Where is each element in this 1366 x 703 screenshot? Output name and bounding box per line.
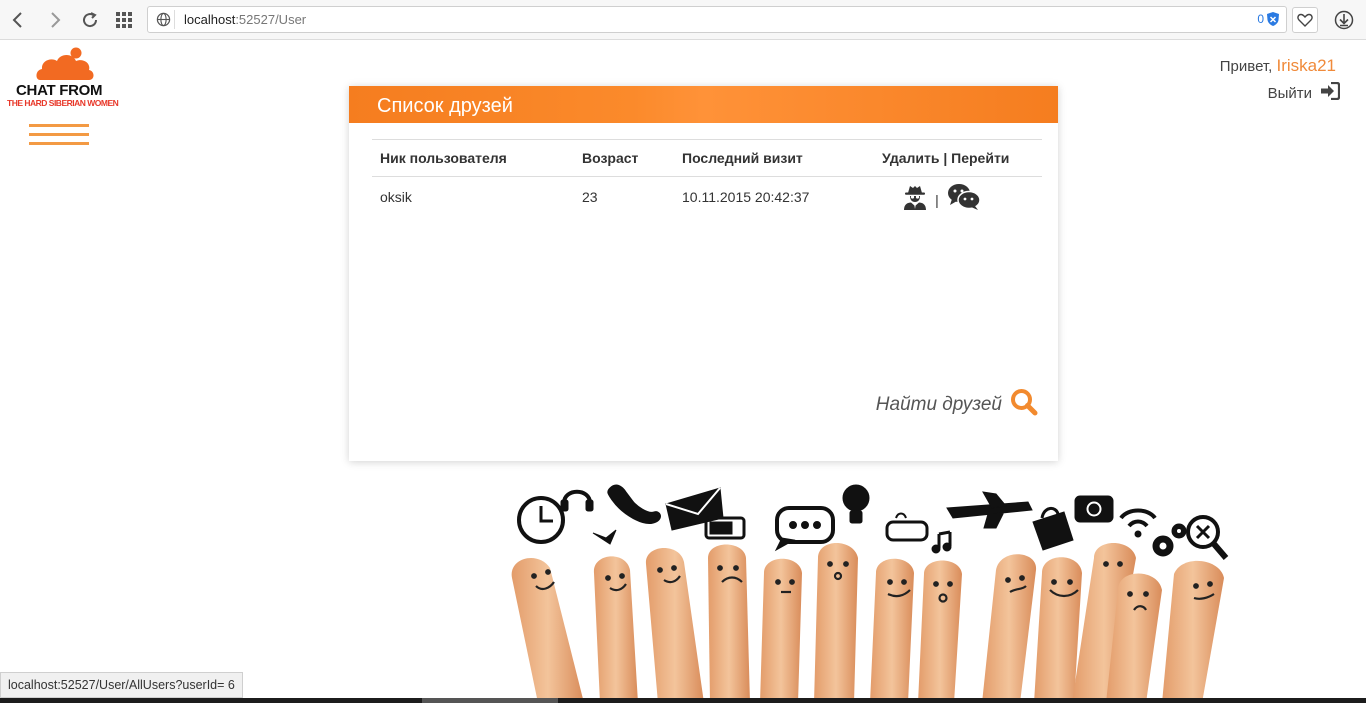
sign-out-icon: [1320, 81, 1341, 104]
address-divider: [174, 10, 175, 29]
logo-title: CHAT FROM: [16, 82, 103, 99]
browser-toolbar: localhost:52527/User 0: [0, 0, 1366, 40]
menu-bar: [29, 133, 89, 136]
cloud-icon: [36, 47, 94, 80]
cell-actions: |: [874, 177, 1042, 217]
fingers-illustration: [511, 484, 1229, 703]
address-bar[interactable]: localhost:52527/User 0: [147, 6, 1287, 33]
find-friends-link[interactable]: Найти друзей: [876, 388, 1038, 421]
remove-friend-spy-icon[interactable]: [903, 184, 927, 210]
column-age: Возраст: [574, 139, 674, 177]
back-icon[interactable]: [6, 8, 30, 32]
logout-label: Выйти: [1267, 84, 1312, 102]
logout-button[interactable]: Выйти: [1267, 81, 1341, 104]
menu-toggle-button[interactable]: [29, 124, 89, 150]
taskbar-strip: [0, 698, 1366, 703]
reload-icon[interactable]: [78, 8, 102, 32]
taskbar-thumb: [422, 698, 558, 703]
column-actions: Удалить | Перейти: [874, 139, 1042, 177]
user-greeting: Привет, Iriska21: [1220, 56, 1336, 76]
status-bar-url: localhost:52527/User/AllUsers?userId= 6: [0, 672, 243, 698]
column-last-visit: Последний визит: [674, 139, 874, 177]
panel-title: Список друзей: [349, 86, 1058, 123]
cell-nick: oksik: [380, 188, 412, 205]
heart-icon[interactable]: [1292, 7, 1318, 33]
globe-icon: [156, 12, 171, 32]
table-row: oksik 23 10.11.2015 20:42:37 |: [372, 177, 1042, 217]
greeting-label: Привет,: [1219, 58, 1273, 75]
shield-icon[interactable]: [1266, 11, 1280, 32]
table-header-row: Ник пользователя Возраст Последний визит…: [372, 139, 1042, 177]
site-logo[interactable]: CHAT FROM THE HARD SIBERIAN WOMEN: [6, 46, 119, 112]
username-link[interactable]: Iriska21: [1276, 56, 1336, 75]
friends-table: Ник пользователя Возраст Последний визит…: [372, 139, 1042, 217]
speed-dial-icon[interactable]: [112, 8, 136, 32]
download-icon[interactable]: [1331, 7, 1357, 33]
forward-icon[interactable]: [43, 8, 67, 32]
search-icon: [1010, 388, 1038, 421]
logo-subtitle: THE HARD SIBERIAN WOMEN: [7, 98, 119, 108]
menu-bar: [29, 124, 89, 127]
column-nick: Ник пользователя: [372, 139, 574, 177]
address-url: localhost:52527/User: [184, 12, 307, 27]
cell-last-visit: 10.11.2015 20:42:37: [682, 188, 810, 205]
open-chat-icon[interactable]: [947, 183, 981, 211]
menu-bar: [29, 142, 89, 145]
find-friends-label: Найти друзей: [875, 393, 1002, 415]
cell-age: 23: [582, 188, 598, 205]
blocker-count: 0: [1257, 12, 1264, 26]
friends-panel: Список друзей Ник пользователя Возраст П…: [349, 86, 1058, 461]
fingers: [511, 543, 1224, 703]
actions-separator: |: [935, 191, 939, 208]
